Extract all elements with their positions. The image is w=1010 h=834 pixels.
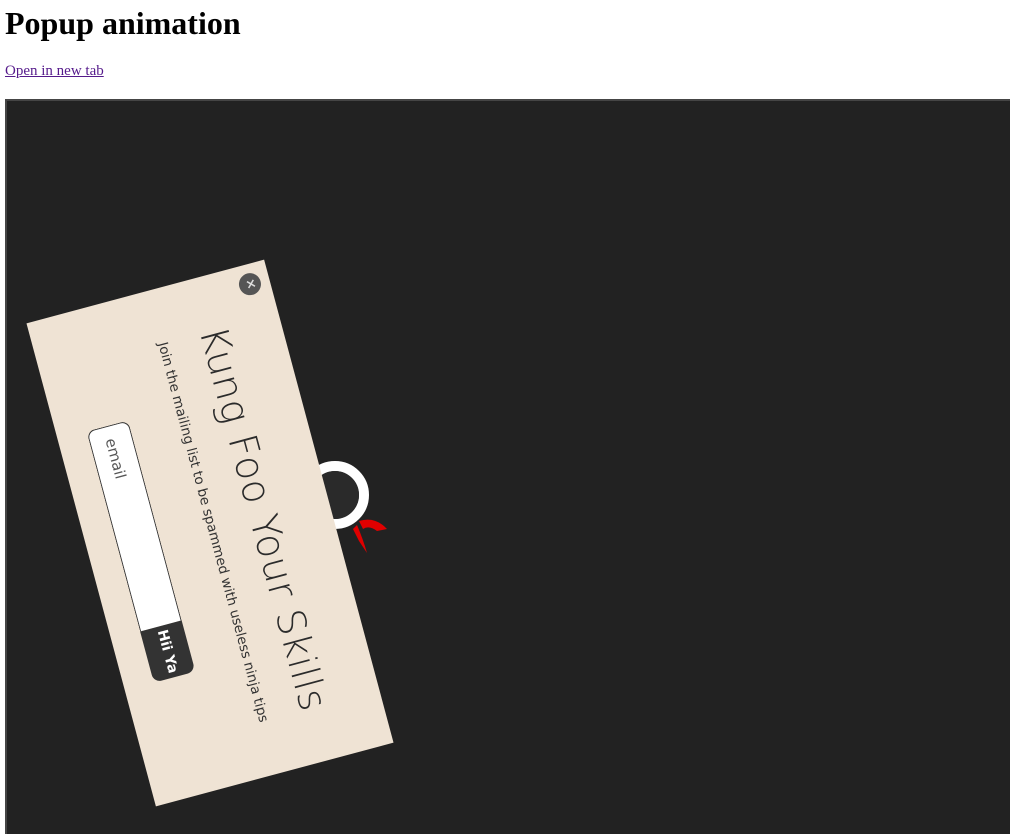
open-in-new-tab-link[interactable]: Open in new tab [5, 63, 104, 80]
page-title: Popup animation [5, 5, 241, 41]
submit-button[interactable]: Hii Ya [140, 620, 196, 683]
close-icon[interactable]: × [236, 270, 264, 298]
email-input[interactable] [86, 420, 182, 632]
